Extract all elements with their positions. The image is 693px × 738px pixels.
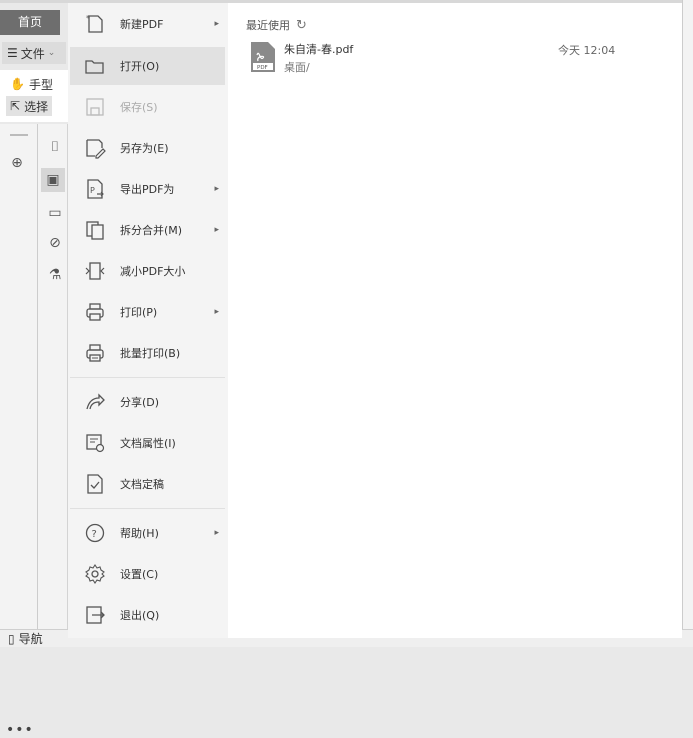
tool-panel: ✋ 手型 ⇱ 选择 — [0, 70, 68, 122]
new-pdf-icon: * — [86, 14, 103, 33]
menu-item-share[interactable]: 分享(D) — [70, 383, 225, 421]
split-merge-icon — [86, 221, 104, 240]
menu-item-export-pdf[interactable]: P 导出PDF为 ▸ — [70, 170, 225, 208]
exit-icon — [86, 606, 105, 624]
print-icon — [86, 303, 104, 321]
menu-item-doc-properties[interactable]: 文档属性(I) — [70, 424, 225, 462]
comment-icon[interactable]: ▭ — [46, 204, 64, 222]
chevron-right-icon: ▸ — [214, 184, 219, 194]
divider — [10, 134, 28, 136]
svg-text:P: P — [90, 186, 95, 195]
hand-tool-label: 手型 — [28, 77, 53, 92]
hand-tool[interactable]: ✋ 手型 — [6, 74, 57, 94]
batch-print-icon — [86, 344, 104, 362]
chevron-right-icon: ▸ — [214, 225, 219, 235]
file-menu-label: 文件 — [20, 46, 45, 61]
attachment-icon[interactable]: ⊘ — [46, 234, 64, 252]
menu-item-label: 打开(O) — [120, 60, 160, 73]
menu-item-exit[interactable]: 退出(Q) — [70, 596, 225, 634]
menu-item-label: 退出(Q) — [120, 609, 160, 622]
menu-item-label: 保存(S) — [120, 101, 158, 114]
svg-text:?: ? — [92, 529, 97, 540]
hand-icon: ✋ — [10, 77, 25, 91]
document-edge — [682, 0, 693, 629]
recent-file-name: 朱自清-春.pdf — [284, 43, 354, 56]
menu-item-new-pdf[interactable]: * 新建PDF ▸ — [70, 5, 225, 43]
settings-icon — [85, 564, 105, 584]
navigation-label[interactable]: 导航 — [19, 630, 43, 647]
bookmark-icon[interactable]: ⌷ — [46, 138, 64, 156]
menu-item-open[interactable]: 打开(O) — [70, 47, 225, 85]
recent-file-path: 桌面/ — [284, 61, 310, 74]
menu-separator — [70, 508, 225, 509]
recent-title-label: 最近使用 — [246, 19, 290, 32]
menu-item-settings[interactable]: 设置(C) — [70, 555, 225, 593]
select-tool[interactable]: ⇱ 选择 — [6, 96, 53, 116]
search-annotation-icon[interactable]: ⊕ — [8, 154, 26, 172]
refresh-icon[interactable]: ↻ — [296, 18, 307, 33]
signature-icon[interactable]: ⚗ — [46, 266, 64, 284]
export-pdf-icon: P — [87, 179, 104, 199]
menu-item-label: 打印(P) — [120, 306, 158, 319]
finalize-icon — [87, 474, 103, 494]
menu-separator — [70, 377, 225, 378]
svg-text:PDF: PDF — [257, 65, 268, 71]
menu-item-label: 另存为(E) — [120, 142, 169, 155]
menu-item-split-merge[interactable]: 拆分合并(M) ▸ — [70, 211, 225, 249]
left-rail: ⊕ ••• — [0, 124, 38, 738]
save-as-icon — [86, 139, 106, 159]
menu-item-finalize[interactable]: 文档定稿 — [70, 465, 225, 503]
recent-file-time: 今天 12:04 — [558, 44, 616, 57]
menu-item-help[interactable]: ? 帮助(H) ▸ — [70, 514, 225, 552]
tab-home[interactable]: 首页 — [0, 10, 60, 35]
chevron-right-icon: ▸ — [214, 19, 219, 29]
menu-item-save-as[interactable]: 另存为(E) — [70, 129, 225, 167]
menu-item-label: 文档属性(I) — [120, 437, 176, 450]
menu-item-label: 导出PDF为 — [120, 183, 175, 196]
navigation-icon[interactable]: ▯ — [8, 632, 15, 646]
menu-item-label: 拆分合并(M) — [120, 224, 183, 237]
chevron-down-icon: ⌄ — [47, 48, 56, 58]
menu-item-save[interactable]: 保存(S) — [70, 88, 225, 126]
doc-properties-icon — [86, 434, 105, 453]
share-icon — [86, 393, 105, 410]
menu-item-label: 帮助(H) — [120, 527, 159, 540]
more-icon[interactable]: ••• — [6, 722, 34, 738]
compress-icon — [85, 262, 105, 280]
menu-item-print[interactable]: 打印(P) ▸ — [70, 293, 225, 331]
menu-item-compress[interactable]: 减小PDF大小 — [70, 252, 225, 290]
side-panel-icons: ⌷ ▣ ▭ ⊘ ⚗ — [38, 124, 68, 629]
menu-item-label: 文档定稿 — [120, 478, 164, 491]
menu-item-label: 新建PDF — [120, 18, 164, 31]
chevron-right-icon: ▸ — [214, 528, 219, 538]
recent-title: 最近使用 ↻ — [246, 17, 307, 33]
pdf-file-icon: PDF — [251, 42, 275, 72]
menu-item-label: 批量打印(B) — [120, 347, 181, 360]
help-icon: ? — [85, 523, 105, 543]
file-menu-button[interactable]: ☰ 文件 ⌄ — [2, 42, 66, 64]
menu-item-label: 减小PDF大小 — [120, 265, 186, 278]
chevron-right-icon: ▸ — [214, 307, 219, 317]
hamburger-icon: ☰ — [7, 46, 18, 60]
menu-item-label: 设置(C) — [120, 568, 159, 581]
file-menu: * 新建PDF ▸ 打开(O) 保存(S) 另存为(E) P 导出PDF为 ▸ … — [68, 3, 228, 638]
open-folder-icon — [85, 60, 104, 74]
svg-text:*: * — [86, 14, 90, 23]
thumbnail-icon[interactable]: ▣ — [41, 168, 65, 192]
recent-file-item[interactable]: PDF 朱自清-春.pdf 桌面/ 今天 12:04 — [250, 39, 660, 79]
save-icon — [86, 98, 104, 116]
menu-item-batch-print[interactable]: 批量打印(B) — [70, 334, 225, 372]
cursor-icon: ⇱ — [10, 99, 21, 113]
select-tool-label: 选择 — [24, 99, 49, 114]
recent-files-panel: 最近使用 ↻ PDF 朱自清-春.pdf 桌面/ 今天 12:04 — [228, 3, 682, 638]
menu-item-label: 分享(D) — [120, 396, 160, 409]
